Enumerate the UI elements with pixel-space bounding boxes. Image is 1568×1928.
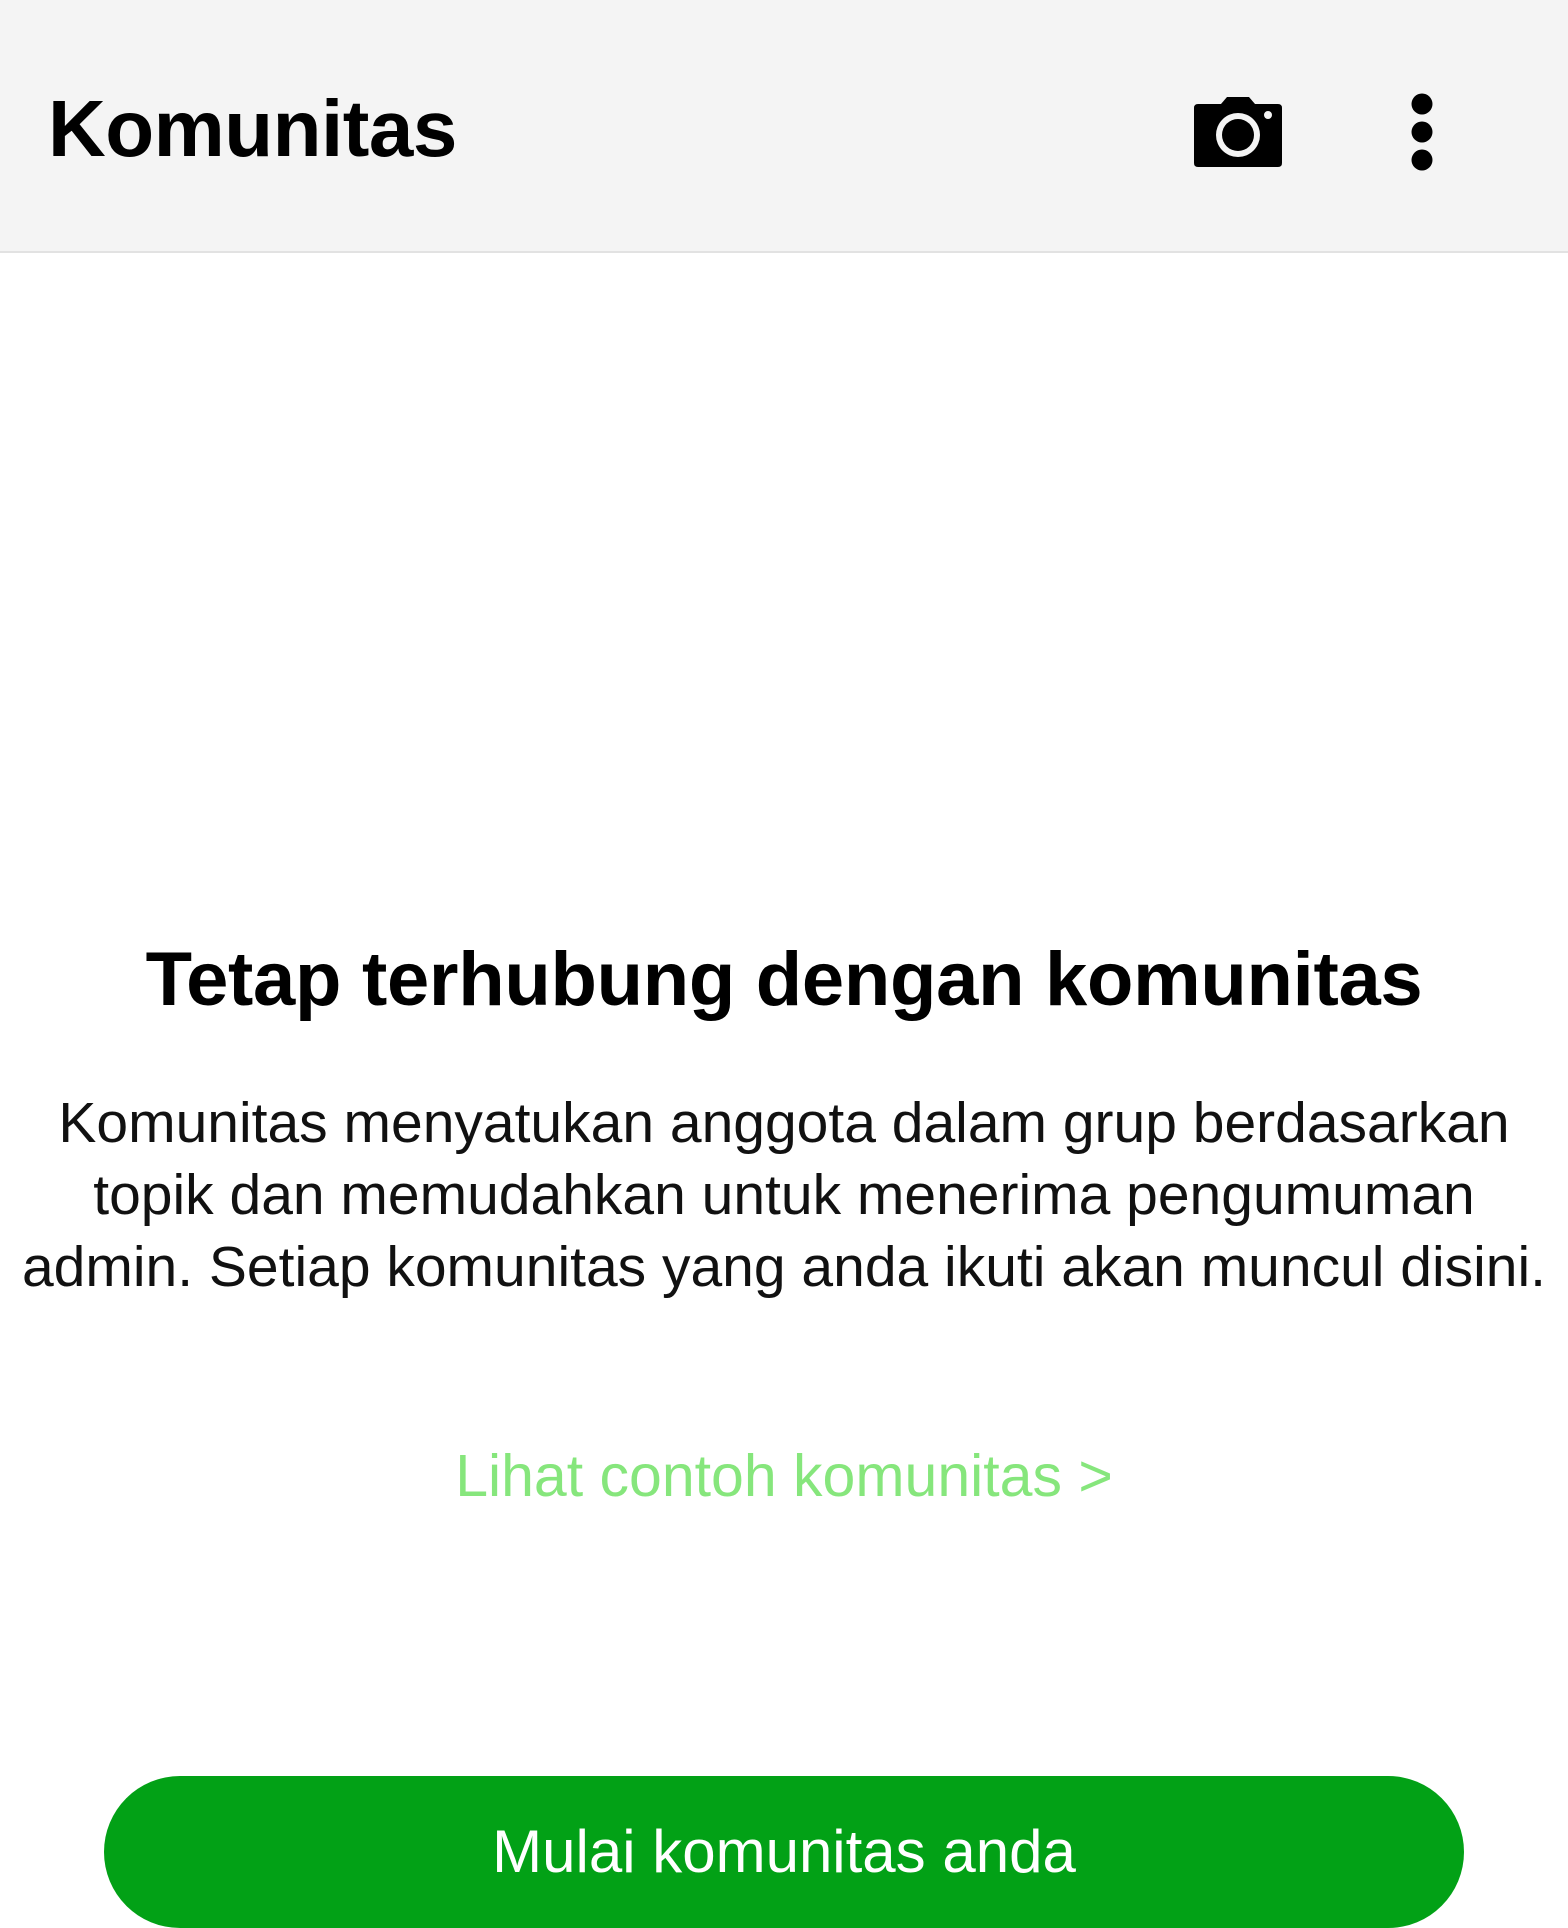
camera-icon: [1194, 97, 1282, 167]
app-bar: Komunitas: [0, 0, 1568, 253]
camera-button[interactable]: [1182, 82, 1294, 182]
example-communities-link[interactable]: Lihat contoh komunitas >: [0, 1440, 1568, 1512]
start-community-button[interactable]: Mulai komunitas anda: [104, 1776, 1464, 1928]
page-title: Komunitas: [48, 84, 457, 173]
more-options-button[interactable]: [1382, 80, 1462, 184]
empty-state-description: Komunitas menyatukan anggota dalam grup …: [21, 1091, 1547, 1299]
empty-state-headline: Tetap terhubung dengan komunitas: [145, 937, 1423, 1022]
more-vertical-icon: [1411, 93, 1433, 171]
